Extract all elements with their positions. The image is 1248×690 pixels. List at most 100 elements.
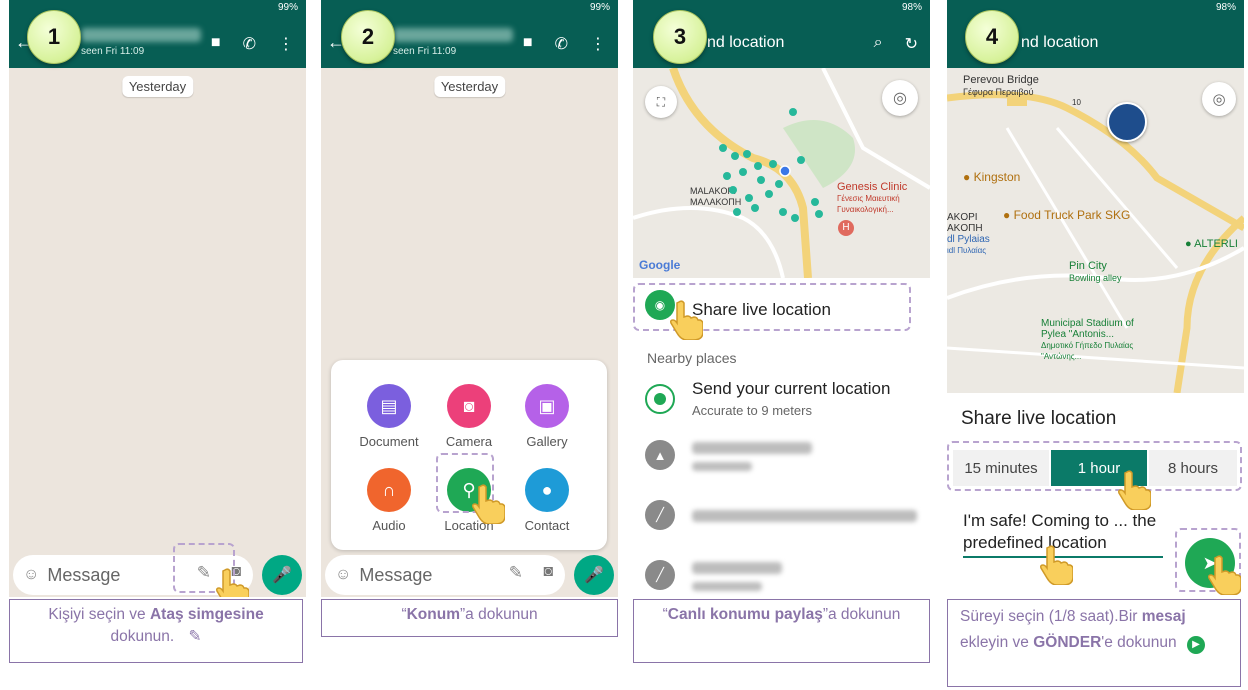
step-number-1: 1	[27, 10, 81, 64]
attach-label: Document	[359, 434, 419, 449]
place-address-blurred	[692, 462, 752, 471]
location-accuracy: Accurate to 9 meters	[692, 403, 812, 418]
last-seen: seen Fri 11:09	[393, 46, 457, 57]
route-number: 10	[1072, 98, 1081, 107]
map-label-stadium: Municipal Stadium of Pylea "Antonis...	[1041, 318, 1134, 340]
place-name-blurred	[692, 442, 812, 454]
contact-name-blurred	[81, 28, 201, 42]
map-label-pin-city: Pin City	[1069, 260, 1107, 272]
headphones-icon: ∩	[367, 468, 411, 512]
video-call-icon[interactable]: ■	[523, 34, 533, 54]
attach-label: Gallery	[526, 434, 568, 449]
date-chip: Yesterday	[433, 76, 506, 97]
video-call-icon[interactable]: ■	[211, 34, 221, 54]
message-placeholder: Message	[359, 564, 433, 585]
battery-level: 99%	[277, 1, 298, 13]
caption-text: ”a dokunun	[460, 606, 538, 623]
battery-level: 99%	[589, 1, 610, 13]
step-number-4: 4	[965, 10, 1019, 64]
map-label-text: ALTERLI	[1194, 238, 1238, 250]
caption-bold: GÖNDER	[1033, 634, 1102, 651]
tap-hand-icon	[1118, 470, 1151, 510]
park-icon: ╱	[645, 500, 675, 530]
map-label-text: Food Truck Park SKG	[1013, 208, 1131, 222]
attach-audio[interactable]: ∩ Audio	[349, 468, 429, 533]
step-3-send-location-screen: 98% nd location ⌕ ↻ ⛶ ◎ MALAKOPI ΜΑΛΑΚΟΠΗ…	[633, 0, 930, 597]
attach-label: Audio	[372, 518, 406, 533]
attach-document[interactable]: ▤ Document	[349, 384, 429, 449]
camera-icon[interactable]: ◙	[543, 563, 553, 581]
my-location-icon[interactable]: ◎	[1202, 82, 1236, 116]
caption-text: ekleyin ve	[960, 634, 1034, 651]
nearby-places-header: Nearby places	[647, 350, 737, 366]
search-icon[interactable]: ⌕	[874, 34, 883, 54]
step-4-live-location-screen: 98% nd location Perevou Bridge Γέφυρα Πε…	[947, 0, 1244, 597]
caption-text: Süreyi seçin (1/8 saat).Bir	[960, 608, 1142, 625]
screen-title: nd location	[1021, 34, 1099, 51]
gallery-icon: ▣	[525, 384, 569, 428]
place-name-blurred	[692, 510, 917, 522]
battery-level: 98%	[901, 1, 922, 13]
caption-bold: mesaj	[1141, 608, 1186, 625]
share-live-location-title: Share live location	[961, 408, 1117, 429]
caption-step-3: “Canlı konumu paylaş”a dokunun	[633, 599, 930, 663]
map-label-food-truck: ● Food Truck Park SKG	[1003, 208, 1131, 222]
send-current-location[interactable]: Send your current location	[692, 379, 890, 399]
last-seen: seen Fri 11:09	[81, 46, 145, 57]
message-placeholder: Message	[47, 564, 121, 585]
attach-label: Camera	[445, 434, 493, 449]
map-label-akopi-greek: AKOΠΗ	[947, 223, 983, 234]
map-label-alterli: ● ALTERLI	[1185, 238, 1238, 250]
emoji-icon[interactable]: ☺	[23, 566, 39, 584]
map-label-text: Kingston	[973, 170, 1021, 184]
attach-camera[interactable]: ◙ Camera	[429, 384, 509, 449]
attach-label: Contact	[524, 518, 570, 533]
tap-hand-icon	[1208, 555, 1241, 595]
more-options-icon[interactable]: ⋮	[590, 34, 606, 54]
caption-step-4: Süreyi seçin (1/8 saat).Bir mesaj ekleyi…	[947, 599, 1241, 687]
map-label-stadium-greek: Δημοτικό Γήπεδο Πυλαίας "Αντώνης...	[1041, 341, 1134, 361]
avatar	[1107, 102, 1147, 142]
more-options-icon[interactable]: ⋮	[278, 34, 294, 54]
send-icon: ▶	[1186, 636, 1205, 654]
attach-contact[interactable]: ● Contact	[507, 468, 587, 533]
caption-text: Kişiyi seçin ve	[48, 606, 150, 623]
caption-step-2: “Konum”a dokunun	[321, 599, 618, 637]
current-location-icon	[645, 384, 675, 414]
step-number-2: 2	[341, 10, 395, 64]
step-2-attach-screen: 99% ← seen Fri 11:09 ■ ✆ ⋮ Yesterday ▤ D…	[321, 0, 618, 597]
battery-level: 98%	[1215, 1, 1236, 13]
refresh-icon[interactable]: ↻	[905, 34, 918, 54]
attach-gallery[interactable]: ▣ Gallery	[507, 384, 587, 449]
place-name-blurred	[692, 562, 782, 574]
document-icon: ▤	[367, 384, 411, 428]
highlight-duration	[947, 441, 1242, 491]
map-view[interactable]: Perevou Bridge Γέφυρα Περαιβού 10 ◎ ● Ki…	[947, 68, 1244, 393]
caption-text: ”a dokunun	[822, 606, 901, 623]
mic-button[interactable]: 🎤	[262, 555, 302, 595]
phone-icon[interactable]: ✆	[243, 34, 256, 54]
tap-hand-icon	[670, 300, 703, 340]
caption-text: 'e dokunun	[1101, 634, 1177, 651]
nearby-place-row[interactable]: ▲	[645, 440, 812, 471]
step-1-chat-screen: 99% ← seen Fri 11:09 ■ ✆ ⋮ Yesterday ☺ M…	[9, 0, 306, 597]
map-label-bridge-greek: Γέφυρα Περαιβού	[963, 87, 1034, 97]
map-label-akopi: AKOPI	[947, 212, 978, 223]
map-label-bridge: Perevou Bridge	[963, 74, 1039, 86]
mic-button[interactable]: 🎤	[574, 555, 614, 595]
contact-icon: ●	[525, 468, 569, 512]
map-label-pylaias-greek: ιdl Πυλαίας	[947, 246, 987, 255]
park-icon: ╱	[645, 560, 675, 590]
date-chip: Yesterday	[121, 76, 194, 97]
step-number-3: 3	[653, 10, 707, 64]
camera-icon: ◙	[447, 384, 491, 428]
tap-hand-icon	[216, 568, 249, 597]
nearby-place-row[interactable]: ╱	[645, 560, 782, 591]
phone-icon[interactable]: ✆	[555, 34, 568, 54]
message-input[interactable]: ☺ Message ✎ ◙	[325, 555, 565, 595]
attach-paperclip-icon[interactable]: ✎	[509, 563, 523, 583]
map-view[interactable]: ⛶ ◎ MALAKOPI ΜΑΛΑΚΟΠΗ Genesis Clinic Γέν…	[633, 68, 930, 278]
emoji-icon[interactable]: ☺	[335, 566, 351, 584]
caption-bold: Ataş simgesine	[149, 606, 264, 623]
nearby-place-row[interactable]: ╱	[645, 500, 917, 530]
